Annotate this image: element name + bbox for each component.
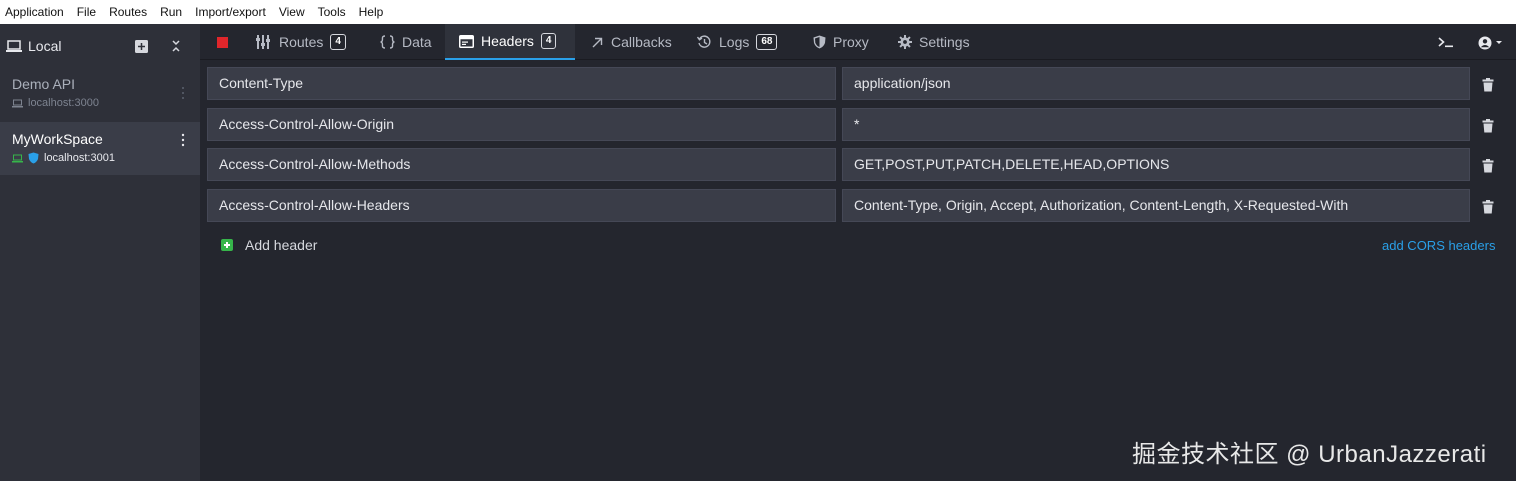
- environment-item-myworkspace[interactable]: MyWorkSpace localhost:3001: [0, 122, 200, 175]
- header-key-input[interactable]: Access-Control-Allow-Headers: [207, 189, 836, 222]
- tab-label: Settings: [919, 34, 970, 50]
- tab-settings[interactable]: Settings: [898, 24, 970, 60]
- menu-bar: Application File Routes Run Import/expor…: [0, 0, 1516, 24]
- plus-icon: [221, 239, 233, 251]
- sidebar-header: Local: [0, 24, 200, 68]
- sidebar-title: Local: [28, 38, 62, 54]
- header-key-input[interactable]: Access-Control-Allow-Methods: [207, 148, 836, 181]
- header-value-input[interactable]: Content-Type, Origin, Accept, Authorizat…: [842, 189, 1470, 222]
- add-cors-headers-link[interactable]: add CORS headers: [1382, 238, 1495, 253]
- header-value-input[interactable]: application/json: [842, 67, 1470, 100]
- menu-application[interactable]: Application: [5, 5, 64, 19]
- header-key-input[interactable]: Access-Control-Allow-Origin: [207, 108, 836, 141]
- tab-headers[interactable]: Headers 4: [445, 24, 575, 60]
- add-header-label: Add header: [245, 237, 318, 253]
- menu-file[interactable]: File: [77, 5, 96, 19]
- environment-menu-icon[interactable]: [180, 86, 186, 100]
- environment-name: Demo API: [12, 76, 76, 92]
- routes-icon: [256, 35, 270, 49]
- environment-host: localhost:3000: [12, 97, 200, 109]
- terminal-icon[interactable]: [1438, 35, 1454, 49]
- delete-header-icon[interactable]: [1482, 159, 1494, 173]
- add-environment-button[interactable]: [133, 38, 149, 54]
- tab-proxy[interactable]: Proxy: [813, 24, 869, 60]
- tab-data[interactable]: Data: [380, 24, 432, 60]
- tab-logs[interactable]: Logs 68: [697, 24, 778, 60]
- header-key-input[interactable]: Content-Type: [207, 67, 836, 100]
- environment-name: MyWorkSpace: [12, 131, 103, 147]
- delete-header-icon[interactable]: [1482, 78, 1494, 92]
- account-menu-button[interactable]: [1478, 36, 1508, 50]
- delete-header-icon[interactable]: [1482, 119, 1494, 133]
- tab-label: Logs: [719, 34, 750, 50]
- headers-count-badge: 4: [540, 33, 557, 49]
- environments-sidebar: Local Demo API localhost:3000 MyWorkSpac…: [0, 24, 200, 481]
- shield-icon: [813, 35, 826, 49]
- environment-tabs: Routes 4 Data Headers 4 Callbacks Logs 6…: [200, 24, 1516, 60]
- tab-label: Proxy: [833, 34, 869, 50]
- collapse-sidebar-button[interactable]: [168, 38, 184, 54]
- tab-label: Data: [402, 34, 432, 50]
- braces-icon: [380, 35, 395, 49]
- tab-label: Headers: [481, 33, 534, 49]
- tab-label: Routes: [279, 34, 324, 50]
- history-icon: [697, 35, 711, 48]
- window-icon: [459, 34, 474, 48]
- menu-run[interactable]: Run: [160, 5, 182, 19]
- https-shield-icon: [28, 152, 39, 164]
- gear-icon: [898, 35, 912, 49]
- menu-tools[interactable]: Tools: [318, 5, 346, 19]
- menu-view[interactable]: View: [279, 5, 305, 19]
- environment-item-demo-api[interactable]: Demo API localhost:3000: [0, 76, 200, 120]
- watermark: 掘金技术社区 @ UrbanJazzerati: [1132, 441, 1487, 468]
- environment-menu-icon[interactable]: [180, 133, 186, 147]
- header-value-input[interactable]: *: [842, 108, 1470, 141]
- environment-host-text: localhost:3000: [28, 97, 99, 109]
- add-header-button[interactable]: Add header: [221, 237, 317, 253]
- routes-count-badge: 4: [330, 34, 346, 50]
- header-value-input[interactable]: GET,POST,PUT,PATCH,DELETE,HEAD,OPTIONS: [842, 148, 1470, 181]
- logs-count-badge: 68: [756, 34, 778, 50]
- delete-header-icon[interactable]: [1482, 200, 1494, 214]
- menu-help[interactable]: Help: [359, 5, 384, 19]
- menu-import-export[interactable]: Import/export: [195, 5, 266, 19]
- laptop-icon: [6, 39, 22, 53]
- tab-routes[interactable]: Routes 4: [256, 24, 346, 60]
- arrow-up-right-icon: [592, 37, 603, 47]
- menu-routes[interactable]: Routes: [109, 5, 147, 19]
- tab-label: Callbacks: [611, 34, 672, 50]
- stop-server-button[interactable]: [217, 37, 228, 48]
- laptop-running-icon: [12, 154, 23, 162]
- laptop-icon: [12, 99, 23, 107]
- environment-host-text: localhost:3001: [44, 152, 115, 164]
- user-circle-icon: [1478, 36, 1502, 50]
- tab-callbacks[interactable]: Callbacks: [591, 24, 672, 60]
- environment-host: localhost:3001: [12, 152, 200, 164]
